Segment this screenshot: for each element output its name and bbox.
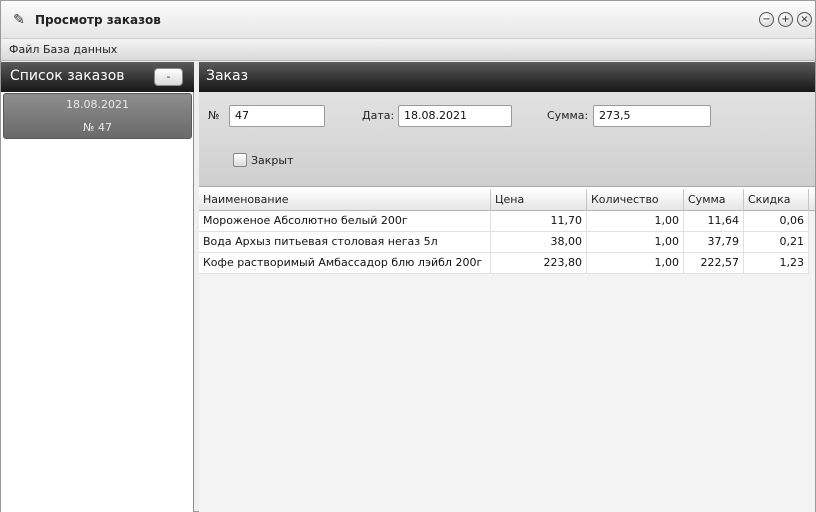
cell-discount: 1,23 xyxy=(744,253,809,274)
orders-list-header: Список заказов - xyxy=(1,62,194,92)
order-title: Заказ xyxy=(206,68,249,84)
menu-file[interactable]: Файл xyxy=(7,43,41,56)
order-item-number: № 47 xyxy=(83,121,112,134)
order-list-item[interactable]: 18.08.2021 № 47 xyxy=(3,93,192,139)
table-row[interactable]: Мороженое Абсолютно белый 200г 11,70 1,0… xyxy=(199,211,809,232)
sum-field[interactable]: 273,5 xyxy=(593,105,711,127)
order-item-date: 18.08.2021 xyxy=(66,98,129,111)
order-form: № 47 Дата: 18.08.2021 Сумма: 273,5 Закры… xyxy=(199,92,815,187)
menu-bar: Файл База данных xyxy=(1,39,815,61)
order-items-table: Наименование Цена Количество Сумма Скидк… xyxy=(199,189,815,512)
table-header: Наименование Цена Количество Сумма Скидк… xyxy=(199,189,815,211)
sum-label: Сумма: xyxy=(547,109,589,122)
menu-database[interactable]: База данных xyxy=(41,43,119,56)
order-detail-panel: Заказ № 47 Дата: 18.08.2021 Сумма: 273,5… xyxy=(199,62,815,512)
maximize-icon[interactable]: + xyxy=(778,12,793,27)
number-label: № xyxy=(208,109,220,122)
cell-price: 11,70 xyxy=(491,211,587,232)
cell-discount: 0,21 xyxy=(744,232,809,253)
order-header: Заказ xyxy=(199,62,815,92)
cell-quantity: 1,00 xyxy=(587,211,684,232)
cell-discount: 0,06 xyxy=(744,211,809,232)
date-field[interactable]: 18.08.2021 xyxy=(398,105,512,127)
column-header-discount[interactable]: Скидка xyxy=(744,189,809,211)
title-bar: ✎ Просмотр заказов − + × xyxy=(1,1,815,39)
cell-name: Мороженое Абсолютно белый 200г xyxy=(199,211,491,232)
cell-sum: 222,57 xyxy=(684,253,744,274)
pencil-icon: ✎ xyxy=(13,12,25,28)
close-icon[interactable]: × xyxy=(797,12,812,27)
cell-sum: 11,64 xyxy=(684,211,744,232)
number-field[interactable]: 47 xyxy=(229,105,325,127)
table-row[interactable]: Кофе растворимый Амбассадор блю лэйбл 20… xyxy=(199,253,809,274)
table-row[interactable]: Вода Архыз питьевая столовая негаз 5л 38… xyxy=(199,232,809,253)
orders-list-title: Список заказов xyxy=(10,68,125,84)
cell-price: 38,00 xyxy=(491,232,587,253)
orders-list-panel: Список заказов - 18.08.2021 № 47 xyxy=(1,62,194,512)
cell-quantity: 1,00 xyxy=(587,232,684,253)
window-title: Просмотр заказов xyxy=(35,13,161,27)
column-header-sum[interactable]: Сумма xyxy=(684,189,744,211)
cell-price: 223,80 xyxy=(491,253,587,274)
column-header-price[interactable]: Цена xyxy=(491,189,587,211)
collapse-button[interactable]: - xyxy=(154,68,183,86)
cell-sum: 37,79 xyxy=(684,232,744,253)
app-window: ✎ Просмотр заказов − + × Файл База данны… xyxy=(0,0,816,512)
cell-quantity: 1,00 xyxy=(587,253,684,274)
minimize-icon[interactable]: − xyxy=(759,12,774,27)
closed-label: Закрыт xyxy=(251,154,294,167)
closed-checkbox[interactable] xyxy=(233,153,247,167)
cell-name: Вода Архыз питьевая столовая негаз 5л xyxy=(199,232,491,253)
cell-name: Кофе растворимый Амбассадор блю лэйбл 20… xyxy=(199,253,491,274)
date-label: Дата: xyxy=(362,109,395,122)
column-header-name[interactable]: Наименование xyxy=(199,189,491,211)
column-header-quantity[interactable]: Количество xyxy=(587,189,684,211)
